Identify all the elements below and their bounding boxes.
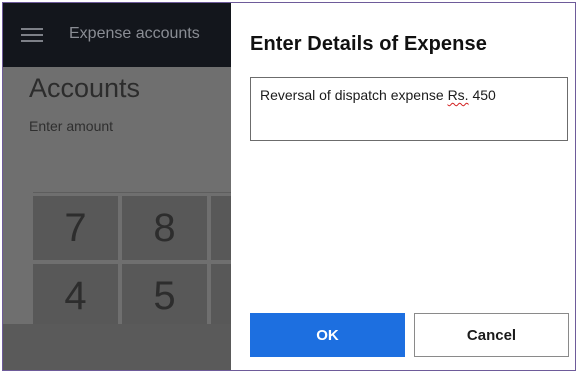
window-frame: Expense accounts Accounts Enter amount 7… <box>2 2 576 371</box>
ok-button[interactable]: OK <box>250 313 405 357</box>
key-5[interactable]: 5 <box>122 264 207 328</box>
expense-details-input[interactable]: Reversal of dispatch expense Rs. 450 <box>250 77 568 141</box>
app-title: Expense accounts <box>69 25 200 42</box>
misspelled-word: Rs. <box>447 87 469 103</box>
divider <box>33 192 231 193</box>
bottom-bar <box>3 324 231 370</box>
key-4[interactable]: 4 <box>33 264 118 328</box>
keypad: 7 8 4 5 <box>33 196 231 336</box>
page-title: Accounts <box>29 73 141 103</box>
key-8[interactable]: 8 <box>122 196 207 260</box>
key-6[interactable] <box>211 264 231 328</box>
input-text-part: Reversal of dispatch expense <box>260 87 448 103</box>
input-text-part: 450 <box>468 87 496 103</box>
key-7[interactable]: 7 <box>33 196 118 260</box>
cancel-button[interactable]: Cancel <box>414 313 569 357</box>
amount-label: Enter amount <box>29 118 114 134</box>
hamburger-menu-icon[interactable] <box>21 28 43 42</box>
expense-details-dialog: Enter Details of Expense Reversal of dis… <box>231 3 575 370</box>
dialog-title: Enter Details of Expense <box>250 33 487 55</box>
background-app: Expense accounts Accounts Enter amount 7… <box>3 3 231 370</box>
key-9[interactable] <box>211 196 231 260</box>
app-bar: Expense accounts <box>3 3 231 67</box>
